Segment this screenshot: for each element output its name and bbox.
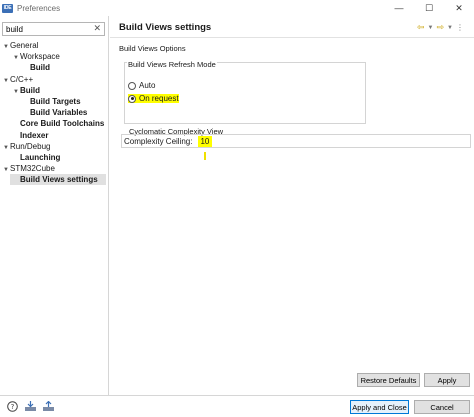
svg-text:?: ? <box>11 403 15 411</box>
radio-on-request-highlight: On request <box>128 94 179 103</box>
filter-input-value: build <box>6 25 23 34</box>
tree-item-label: Workspace <box>20 52 60 62</box>
tree-item[interactable]: ▼Build <box>0 85 108 96</box>
tree-item-label: Run/Debug <box>10 141 51 151</box>
app-icon: IDE <box>2 3 13 13</box>
window-title: Preferences <box>17 3 61 13</box>
clear-filter-icon[interactable]: ✕ <box>93 23 101 34</box>
export-icon[interactable] <box>42 401 55 412</box>
tree-item-label: C/C++ <box>10 74 34 84</box>
refresh-mode-group <box>124 62 366 124</box>
apply-and-close-button[interactable]: Apply and Close <box>350 400 409 414</box>
refresh-mode-group-label: Build Views Refresh Mode <box>127 60 217 69</box>
tree-item-label: Launching <box>20 152 61 162</box>
preferences-tree-panel: build ✕ ▼General ▼Workspace Build ▼C/C++ ▼Bu… <box>0 16 109 395</box>
section-label: Build Views Options <box>119 44 186 53</box>
tree-item[interactable]: Build Targets <box>0 96 108 107</box>
tree-item[interactable]: ▼STM32Cube <box>0 163 108 174</box>
tree-item-label: Build Views settings <box>20 175 98 185</box>
tree-item[interactable]: Build Variables <box>0 107 108 118</box>
preferences-tree: ▼General ▼Workspace Build ▼C/C++ ▼Build Build… <box>0 40 108 186</box>
radio-on-request-label: On request <box>139 94 179 103</box>
radio-auto-button[interactable] <box>128 81 136 90</box>
back-menu-chevron-icon[interactable]: ▼ <box>428 25 434 31</box>
tree-item[interactable]: ▼C/C++ <box>0 74 108 85</box>
preference-page: Build Views settings ⇦ ▼ ⇨ ▼ ⋮ Build Vie… <box>110 16 474 395</box>
import-icon[interactable] <box>24 401 37 412</box>
tree-item-label: Core Build Toolchains <box>20 119 105 129</box>
radio-auto-label: Auto <box>139 81 156 90</box>
maximize-button[interactable]: ☐ <box>414 0 444 16</box>
tree-item[interactable]: Build Views settings <box>10 174 106 186</box>
tree-item-label: Build <box>20 85 40 95</box>
page-navigation: ⇦ ▼ ⇨ ▼ ⋮ <box>417 22 464 33</box>
text-cursor-marker <box>204 152 206 160</box>
tree-item-label: STM32Cube <box>10 164 55 174</box>
minimize-button[interactable]: — <box>384 0 414 16</box>
filter-input[interactable]: build ✕ <box>2 22 105 36</box>
forward-arrow-icon[interactable]: ⇨ <box>437 22 445 33</box>
tree-item-label: Indexer <box>20 130 49 140</box>
tree-item[interactable]: Build <box>0 62 108 73</box>
tree-item-label: General <box>10 41 39 50</box>
complexity-ceiling-input[interactable]: 10 <box>198 135 213 147</box>
tree-item-label: Build Variables <box>30 108 88 118</box>
tree-item-label: Build <box>30 63 50 73</box>
radio-on-request-button[interactable] <box>128 94 136 103</box>
tree-item[interactable]: ▼General <box>0 40 108 51</box>
view-menu-icon[interactable]: ⋮ <box>456 23 464 32</box>
title-bar: IDE Preferences — ☐ ✕ <box>0 0 474 16</box>
tree-item[interactable]: Indexer <box>0 130 108 141</box>
tree-item[interactable]: ▼Run/Debug <box>0 141 108 152</box>
page-title: Build Views settings <box>119 22 212 33</box>
tree-item[interactable]: ▼Workspace <box>0 51 108 62</box>
tree-item-label: Build Targets <box>30 96 81 106</box>
close-button[interactable]: ✕ <box>444 0 474 16</box>
restore-defaults-button[interactable]: Restore Defaults <box>357 373 420 387</box>
tree-item[interactable]: Launching <box>0 152 108 163</box>
window-controls: — ☐ ✕ <box>384 0 474 16</box>
tree-item[interactable]: Core Build Toolchains <box>0 118 108 129</box>
cancel-button[interactable]: Cancel <box>414 400 470 414</box>
apply-button[interactable]: Apply <box>424 373 470 387</box>
complexity-ceiling-label: Complexity Ceiling: <box>124 136 193 146</box>
complexity-ceiling-row: Complexity Ceiling: 10 <box>121 134 471 148</box>
radio-auto[interactable]: Auto <box>128 81 155 90</box>
radio-on-request[interactable]: On request <box>128 94 179 103</box>
expand-arrow-icon[interactable]: ▼ <box>2 165 10 176</box>
help-icon[interactable]: ? <box>6 401 19 412</box>
forward-menu-chevron-icon[interactable]: ▼ <box>447 25 453 31</box>
back-arrow-icon[interactable]: ⇦ <box>417 22 425 33</box>
title-separator <box>110 37 474 38</box>
dialog-button-bar: ? Apply and Close Cancel <box>0 396 474 417</box>
